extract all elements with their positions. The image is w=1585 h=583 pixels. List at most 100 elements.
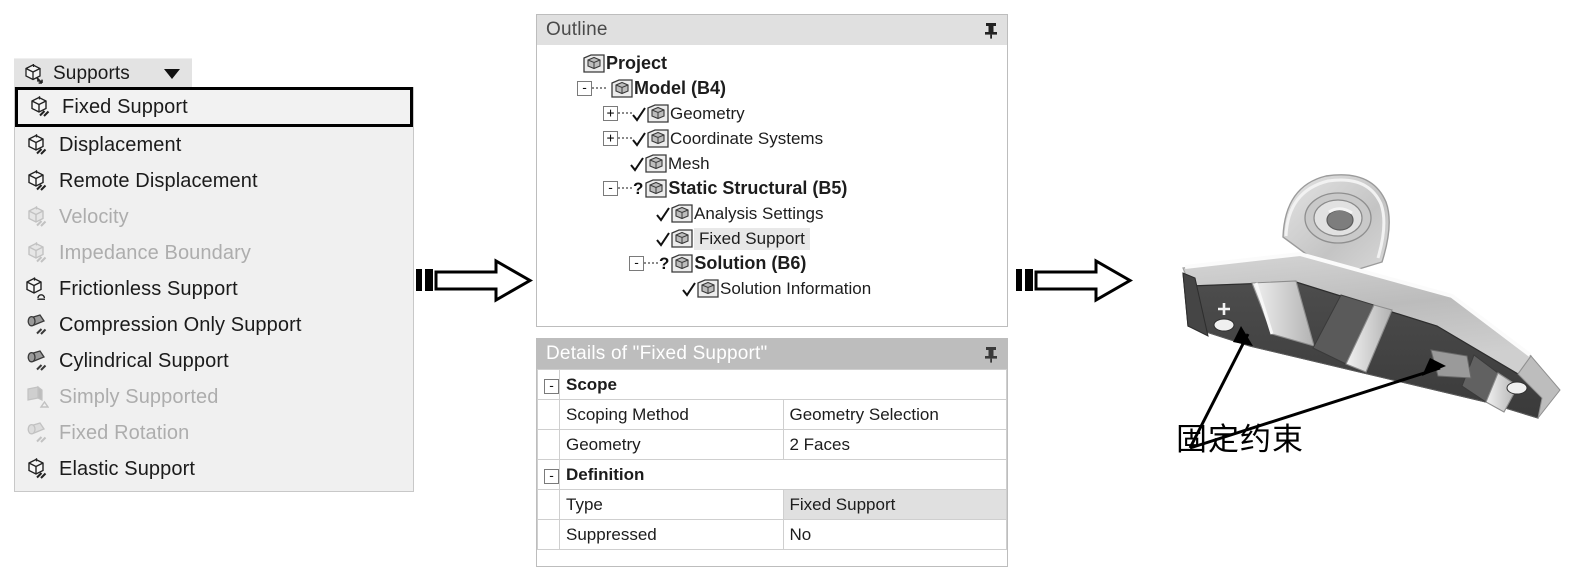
tree-node-label: Project — [606, 53, 667, 74]
pin-icon[interactable] — [983, 21, 999, 39]
solution-information-icon — [696, 278, 720, 300]
tree-node-label: Solution Information — [720, 279, 871, 299]
menu-item-impedance-boundary: Impedance Boundary — [15, 235, 413, 271]
tree-node-label: Solution (B6) — [694, 253, 806, 274]
arrow-menu-to-outline — [414, 255, 534, 307]
velocity-icon — [23, 204, 49, 230]
cylindrical-support-icon — [23, 348, 49, 374]
menu-item-cylindrical-support[interactable]: Cylindrical Support — [15, 343, 413, 379]
elastic-support-icon — [23, 456, 49, 482]
menu-item-label: Compression Only Support — [59, 314, 302, 337]
tree-node-solution-b6-[interactable]: -?Solution (B6) — [537, 251, 1007, 276]
details-row[interactable]: Scoping MethodGeometry Selection — [538, 400, 1007, 430]
details-panel-header: Details of "Fixed Support" — [537, 339, 1007, 369]
remote-displacement-icon — [23, 168, 49, 194]
tree-node-analysis-settings[interactable]: Analysis Settings — [537, 201, 1007, 226]
details-property-value[interactable]: Fixed Support — [783, 490, 1007, 520]
tree-node-fixed-support[interactable]: Fixed Support — [537, 226, 1007, 251]
details-section-label: Definition — [560, 460, 1007, 490]
status-unknown-icon: ? — [633, 179, 643, 199]
tree-node-model-b4-[interactable]: - Model (B4) — [537, 76, 1007, 101]
simply-supported-icon — [23, 384, 49, 410]
details-row-expander — [538, 400, 560, 430]
details-row[interactable]: -Definition — [538, 460, 1007, 490]
details-property-value[interactable]: 2 Faces — [783, 430, 1007, 460]
support-cube-icon — [20, 61, 46, 87]
details-row-expander[interactable]: - — [538, 370, 560, 400]
menu-item-label: Remote Displacement — [59, 170, 258, 193]
menu-item-simply-supported: Simply Supported — [15, 379, 413, 415]
fixed-support-icon — [26, 94, 52, 120]
details-row[interactable]: TypeFixed Support — [538, 490, 1007, 520]
tree-node-label: Static Structural (B5) — [668, 178, 847, 199]
project-icon — [582, 53, 606, 75]
menu-item-compression-only-support[interactable]: Compression Only Support — [15, 307, 413, 343]
tree-node-label: Mesh — [668, 154, 710, 174]
menu-item-fixed-rotation: Fixed Rotation — [15, 415, 413, 451]
outline-panel: Outline Project-Model (B4)+Geometry+Coor… — [536, 14, 1008, 327]
static-structural-icon — [644, 178, 668, 200]
chevron-down-icon[interactable] — [164, 69, 180, 79]
mesh-icon — [644, 153, 668, 175]
menu-item-elastic-support[interactable]: Elastic Support — [15, 451, 413, 487]
tree-node-label: Coordinate Systems — [670, 129, 823, 149]
details-row-expander[interactable]: - — [538, 460, 560, 490]
supports-menu-list: Fixed Support Displacement Remote Displace… — [14, 87, 414, 492]
menu-item-label: Displacement — [59, 134, 181, 157]
tree-node-mesh[interactable]: Mesh — [537, 151, 1007, 176]
details-row[interactable]: -Scope — [538, 370, 1007, 400]
menu-item-label: Cylindrical Support — [59, 350, 229, 373]
status-check-icon — [632, 106, 646, 122]
status-check-icon — [632, 131, 646, 147]
tree-node-project[interactable]: Project — [537, 51, 1007, 76]
details-property-name: Suppressed — [560, 520, 784, 550]
supports-button-label: Supports — [53, 63, 130, 85]
details-property-name: Geometry — [560, 430, 784, 460]
tree-expander[interactable]: + — [603, 106, 618, 121]
status-check-icon — [682, 281, 696, 297]
menu-item-label: Simply Supported — [59, 386, 218, 409]
tree-expander[interactable]: + — [603, 131, 618, 146]
details-row-expander — [538, 490, 560, 520]
frictionless-support-icon — [23, 276, 49, 302]
menu-item-frictionless-support[interactable]: Frictionless Support — [15, 271, 413, 307]
tree-expander[interactable]: - — [603, 181, 618, 196]
menu-item-label: Impedance Boundary — [59, 242, 251, 265]
tree-node-geometry[interactable]: + Geometry — [537, 101, 1007, 126]
pin-icon[interactable] — [983, 345, 999, 363]
details-property-table[interactable]: -ScopeScoping MethodGeometry SelectionGe… — [537, 369, 1007, 550]
displacement-icon — [23, 132, 49, 158]
menu-item-fixed-support[interactable]: Fixed Support — [15, 87, 413, 127]
bracket-3d-model — [1100, 150, 1585, 480]
model-viewport[interactable] — [1100, 150, 1585, 480]
details-row-expander — [538, 520, 560, 550]
tree-expander[interactable]: - — [629, 256, 644, 271]
fixed-support-icon — [670, 228, 694, 250]
supports-toolbar-button[interactable]: Supports — [14, 58, 192, 88]
details-row[interactable]: SuppressedNo — [538, 520, 1007, 550]
details-property-name: Scoping Method — [560, 400, 784, 430]
menu-item-label: Fixed Support — [62, 96, 188, 119]
details-row[interactable]: Geometry2 Faces — [538, 430, 1007, 460]
tree-node-solution-information[interactable]: Solution Information — [537, 276, 1007, 301]
tree-node-label: Model (B4) — [634, 78, 726, 99]
coordinate-systems-icon — [646, 128, 670, 150]
details-property-value[interactable]: Geometry Selection — [783, 400, 1007, 430]
status-check-icon — [656, 206, 670, 222]
compression-only-icon — [23, 312, 49, 338]
details-row-expander — [538, 430, 560, 460]
tree-node-coordinate-systems[interactable]: + Coordinate Systems — [537, 126, 1007, 151]
menu-item-label: Velocity — [59, 206, 129, 229]
tree-node-static-structural-b5-[interactable]: -? Static Structural (B5) — [537, 176, 1007, 201]
tree-expander[interactable]: - — [577, 81, 592, 96]
outline-tree[interactable]: Project-Model (B4)+Geometry+Coordinate S… — [537, 45, 1007, 326]
menu-item-displacement[interactable]: Displacement — [15, 127, 413, 163]
status-check-icon — [656, 231, 670, 247]
supports-dropdown-widget: Supports Fixed Support Displacement Remote… — [14, 58, 414, 492]
tree-node-label: Geometry — [670, 104, 745, 124]
impedance-boundary-icon — [23, 240, 49, 266]
menu-item-remote-displacement[interactable]: Remote Displacement — [15, 163, 413, 199]
tree-node-label: Fixed Support — [694, 228, 810, 250]
menu-item-label: Frictionless Support — [59, 278, 238, 301]
details-property-value[interactable]: No — [783, 520, 1007, 550]
